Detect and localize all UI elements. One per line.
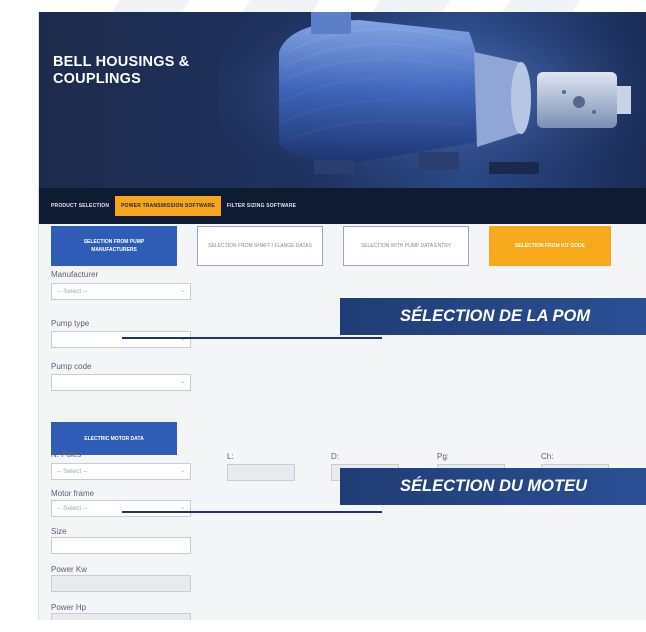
poles-select-value: -- Select -- — [57, 468, 88, 475]
power-kw-label: Power Kw — [51, 565, 88, 574]
pump-type-label: Pump type — [51, 319, 90, 328]
main-nav: PRODUCT SELECTION POWER TRANSMISSION SOF… — [39, 188, 646, 224]
chevron-down-icon: ⌄ — [179, 288, 185, 294]
poles-label: N. Poles — [51, 450, 82, 459]
chevron-down-icon: ⌄ — [179, 379, 185, 385]
motor-leader-line — [122, 511, 382, 513]
hero-title: BELL HOUSINGS & COUPLINGS — [53, 54, 190, 87]
l-value-field — [227, 464, 295, 481]
power-hp-label: Power Hp — [51, 603, 87, 612]
chevron-down-icon: ⌄ — [179, 505, 185, 511]
nav-item-filter-sizing[interactable]: FILTER SIZING SOFTWARE — [221, 196, 302, 216]
pump-leader-line — [122, 337, 382, 339]
pump-selection-banner: SÉLECTION DE LA POM — [340, 298, 646, 335]
pump-data-entry-selection-button[interactable]: SELECTION WITH PUMP DATA ENTRY — [343, 226, 469, 266]
pump-code-select[interactable]: ⌄ — [51, 374, 191, 391]
kit-code-selection-button[interactable]: SELECTION FROM KIT CODE — [489, 226, 611, 266]
pump-type-select[interactable]: ⌄ — [51, 331, 191, 348]
pg-label: Pg: — [437, 452, 450, 461]
motor-frame-select[interactable]: -- Select -- ⌄ — [51, 500, 191, 517]
manufacturer-select[interactable]: -- Select -- ⌄ — [51, 283, 191, 300]
d-label: D: — [331, 452, 339, 461]
ch-label: Ch: — [541, 452, 554, 461]
size-label: Size — [51, 527, 67, 536]
chevron-down-icon: ⌄ — [179, 468, 185, 474]
size-input[interactable] — [51, 537, 191, 554]
hero-banner: BELL HOUSINGS & COUPLINGS — [39, 12, 646, 188]
pump-code-label: Pump code — [51, 362, 92, 371]
power-hp-field — [51, 613, 191, 620]
l-label: L: — [227, 452, 234, 461]
nav-item-product-selection[interactable]: PRODUCT SELECTION — [45, 196, 115, 216]
pump-selection-banner-text: SÉLECTION DE LA POM — [400, 307, 591, 325]
poles-select[interactable]: -- Select -- ⌄ — [51, 463, 191, 480]
nav-item-power-transmission[interactable]: POWER TRANSMISSION SOFTWARE — [115, 196, 221, 216]
shaft-flange-selection-button[interactable]: SELECTION FROM SHAFT / FLANGE DATAS — [197, 226, 323, 266]
manufacturer-label: Manufacturer — [51, 270, 99, 279]
page: BELL HOUSINGS & COUPLINGS PRODUCT SELECT… — [0, 0, 646, 632]
chevron-down-icon: ⌄ — [179, 336, 185, 342]
motor-image — [219, 12, 646, 188]
manufacturer-select-value: -- Select -- — [57, 288, 88, 295]
motor-selection-banner-text: SÉLECTION DU MOTEU — [400, 477, 588, 495]
power-kw-field — [51, 575, 191, 592]
motor-selection-banner: SÉLECTION DU MOTEU — [340, 468, 646, 505]
motor-frame-select-value: -- Select -- — [57, 505, 88, 512]
pump-manufacturer-selection-button[interactable]: SELECTION FROM PUMP MANUFACTURERS — [51, 226, 177, 266]
motor-frame-label: Motor frame — [51, 489, 95, 498]
